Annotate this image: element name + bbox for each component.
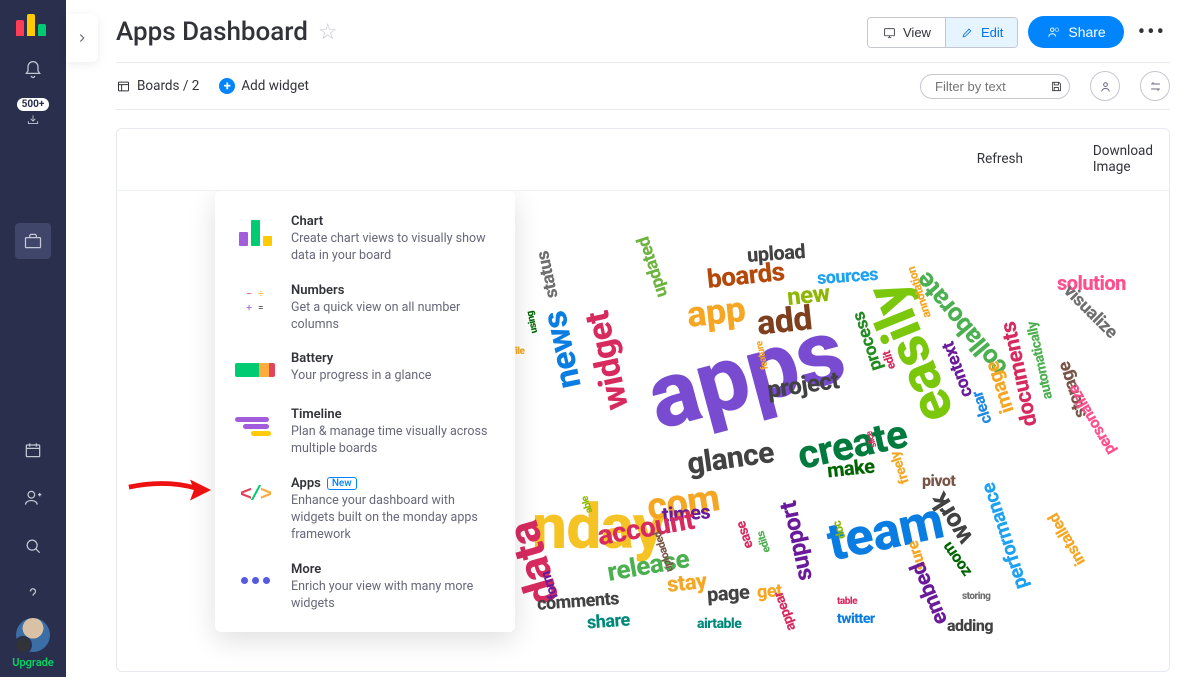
- help-icon[interactable]: [15, 576, 51, 612]
- settings-filter-icon[interactable]: [1140, 71, 1170, 101]
- user-avatar[interactable]: [16, 618, 50, 652]
- cloud-word: status: [532, 249, 562, 300]
- boards-selector[interactable]: Boards / 2: [116, 78, 199, 94]
- cloud-word: adding: [947, 616, 993, 635]
- cloud-word: ease: [733, 519, 757, 550]
- dropdown-item-more[interactable]: MoreEnrich your view with many more widg…: [215, 553, 515, 622]
- favorite-star-icon[interactable]: ☆: [318, 20, 338, 45]
- cloud-word: appear: [771, 589, 800, 633]
- cloud-word: table: [837, 596, 857, 607]
- cloud-word: page: [706, 579, 750, 606]
- numbers-icon: −÷+=: [233, 283, 277, 321]
- battery-icon: [233, 351, 277, 389]
- apps-code-icon: </>: [233, 476, 277, 514]
- filter-input-wrap: [920, 74, 1070, 99]
- timeline-icon: [233, 407, 277, 445]
- view-button[interactable]: View: [868, 18, 945, 47]
- new-badge: New: [327, 477, 357, 490]
- cloud-word: stay: [666, 569, 708, 598]
- dropdown-item-apps[interactable]: </> AppsNewEnhance your dashboard with w…: [215, 467, 515, 553]
- dashboard-toolbar: Boards / 2 +Add widget: [116, 62, 1170, 110]
- dropdown-item-chart[interactable]: ChartCreate chart views to visually show…: [215, 205, 515, 274]
- search-icon[interactable]: [15, 528, 51, 564]
- cloud-word: twitter: [837, 611, 875, 627]
- cloud-word: app: [685, 288, 747, 336]
- chart-icon: [233, 214, 277, 252]
- cloud-word: installed: [1044, 510, 1089, 569]
- cloud-word: using: [525, 310, 540, 334]
- page-title: Apps Dashboard: [116, 17, 308, 47]
- plus-circle-icon: +: [219, 78, 235, 94]
- cloud-word: widget: [577, 308, 637, 414]
- share-button[interactable]: Share: [1028, 16, 1123, 48]
- cloud-word: updated: [633, 234, 672, 300]
- person-filter-icon[interactable]: [1090, 71, 1120, 101]
- inbox-badge[interactable]: 500+: [17, 98, 50, 127]
- cloud-word: edits: [754, 529, 773, 554]
- invite-icon[interactable]: [15, 480, 51, 516]
- save-filter-icon[interactable]: [1050, 79, 1063, 94]
- annotation-arrow-icon: [127, 475, 213, 509]
- left-rail: 500+ Upgrade: [0, 0, 66, 677]
- more-menu-icon[interactable]: •••: [1134, 20, 1170, 45]
- more-icon: [233, 562, 277, 600]
- cloud-word: upload: [746, 239, 806, 267]
- refresh-button[interactable]: Refresh: [970, 151, 1023, 167]
- add-widget-dropdown: ChartCreate chart views to visually show…: [215, 191, 515, 632]
- monday-logo-icon: [16, 12, 50, 36]
- dropdown-item-numbers[interactable]: −÷+= NumbersGet a quick view on all numb…: [215, 274, 515, 343]
- cloud-word: airtable: [697, 616, 741, 632]
- filter-input[interactable]: [935, 79, 1042, 94]
- sidebar-expand-handle[interactable]: [66, 14, 98, 62]
- apps-icon[interactable]: [15, 223, 51, 259]
- cloud-word: performance: [975, 480, 1032, 593]
- cloud-word: storing: [962, 591, 990, 602]
- dropdown-item-timeline[interactable]: TimelinePlan & manage time visually acro…: [215, 398, 515, 467]
- add-widget-button[interactable]: +Add widget: [219, 78, 309, 94]
- widget-toolbar: Refresh Download Image: [117, 129, 1169, 191]
- upgrade-link[interactable]: Upgrade: [12, 656, 53, 669]
- cloud-word: support: [774, 499, 818, 584]
- cloud-word: zoom: [938, 539, 975, 581]
- cloud-word: share: [586, 609, 630, 633]
- view-mode-toggle: View Edit: [867, 17, 1018, 48]
- wordcloud-widget: Refresh Download Image appsndayeasilytea…: [116, 128, 1170, 672]
- page-header: Apps Dashboard ☆ View Edit Share •••: [116, 12, 1170, 62]
- notifications-icon[interactable]: [15, 52, 51, 88]
- cloud-word: sources: [816, 264, 878, 289]
- calendar-icon[interactable]: [15, 432, 51, 468]
- edit-button[interactable]: Edit: [945, 18, 1017, 47]
- download-image-button[interactable]: Download Image: [1045, 139, 1153, 180]
- inbox-count: 500+: [17, 98, 50, 111]
- cloud-word: make: [826, 454, 876, 483]
- dropdown-item-battery[interactable]: BatteryYour progress in a glance: [215, 342, 515, 398]
